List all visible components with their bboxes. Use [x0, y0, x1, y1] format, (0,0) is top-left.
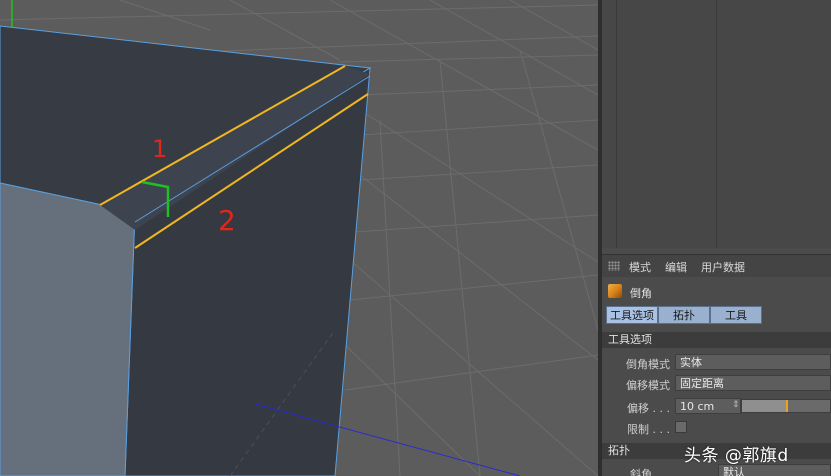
- stepper-icon[interactable]: ⇕: [732, 400, 740, 410]
- tab-tool[interactable]: 工具: [710, 306, 762, 324]
- tool-header: 倒角: [602, 279, 831, 303]
- offset-mode-select[interactable]: 固定距离: [675, 375, 831, 391]
- offset-slider[interactable]: [741, 399, 831, 413]
- viewport-scene: 1 2: [0, 0, 598, 476]
- watermark: 头条 @郭旗d: [684, 446, 789, 466]
- object-manager[interactable]: [602, 0, 831, 248]
- tab-tool-options[interactable]: 工具选项: [606, 306, 658, 324]
- limit-checkbox[interactable]: [675, 421, 687, 433]
- offset-slider-fill: [742, 400, 786, 412]
- miter-label: 斜角: [630, 468, 652, 476]
- annotation-label-1: 1: [152, 135, 167, 163]
- bevel-mode-label: 倒角模式: [626, 358, 670, 371]
- cube-front-face[interactable]: [0, 182, 136, 476]
- right-panel: 模式 编辑 用户数据 倒角 工具选项 拓扑 工具 工具选项 倒角模式 实体 偏移…: [602, 0, 831, 476]
- offset-label: 偏移 . . .: [627, 402, 670, 415]
- offset-slider-handle[interactable]: [786, 400, 788, 412]
- bevel-mode-select[interactable]: 实体: [675, 354, 831, 370]
- section-tool-options[interactable]: 工具选项: [602, 332, 831, 348]
- menu-mode[interactable]: 模式: [629, 259, 651, 275]
- tool-name: 倒角: [630, 287, 652, 300]
- annotation-label-2: 2: [218, 204, 236, 237]
- object-manager-column-divider: [716, 0, 717, 248]
- attribute-menubar: 模式 编辑 用户数据: [602, 254, 831, 277]
- menu-edit[interactable]: 编辑: [665, 259, 687, 275]
- offset-mode-label: 偏移模式: [626, 379, 670, 392]
- grip-icon[interactable]: [608, 261, 620, 271]
- 3d-viewport[interactable]: 1 2: [0, 0, 598, 476]
- bevel-tool-icon: [608, 284, 622, 298]
- menu-user-data[interactable]: 用户数据: [701, 259, 745, 275]
- object-manager-column-divider: [616, 0, 617, 248]
- tab-topology[interactable]: 拓扑: [658, 306, 710, 324]
- limit-label: 限制 . . .: [627, 423, 670, 436]
